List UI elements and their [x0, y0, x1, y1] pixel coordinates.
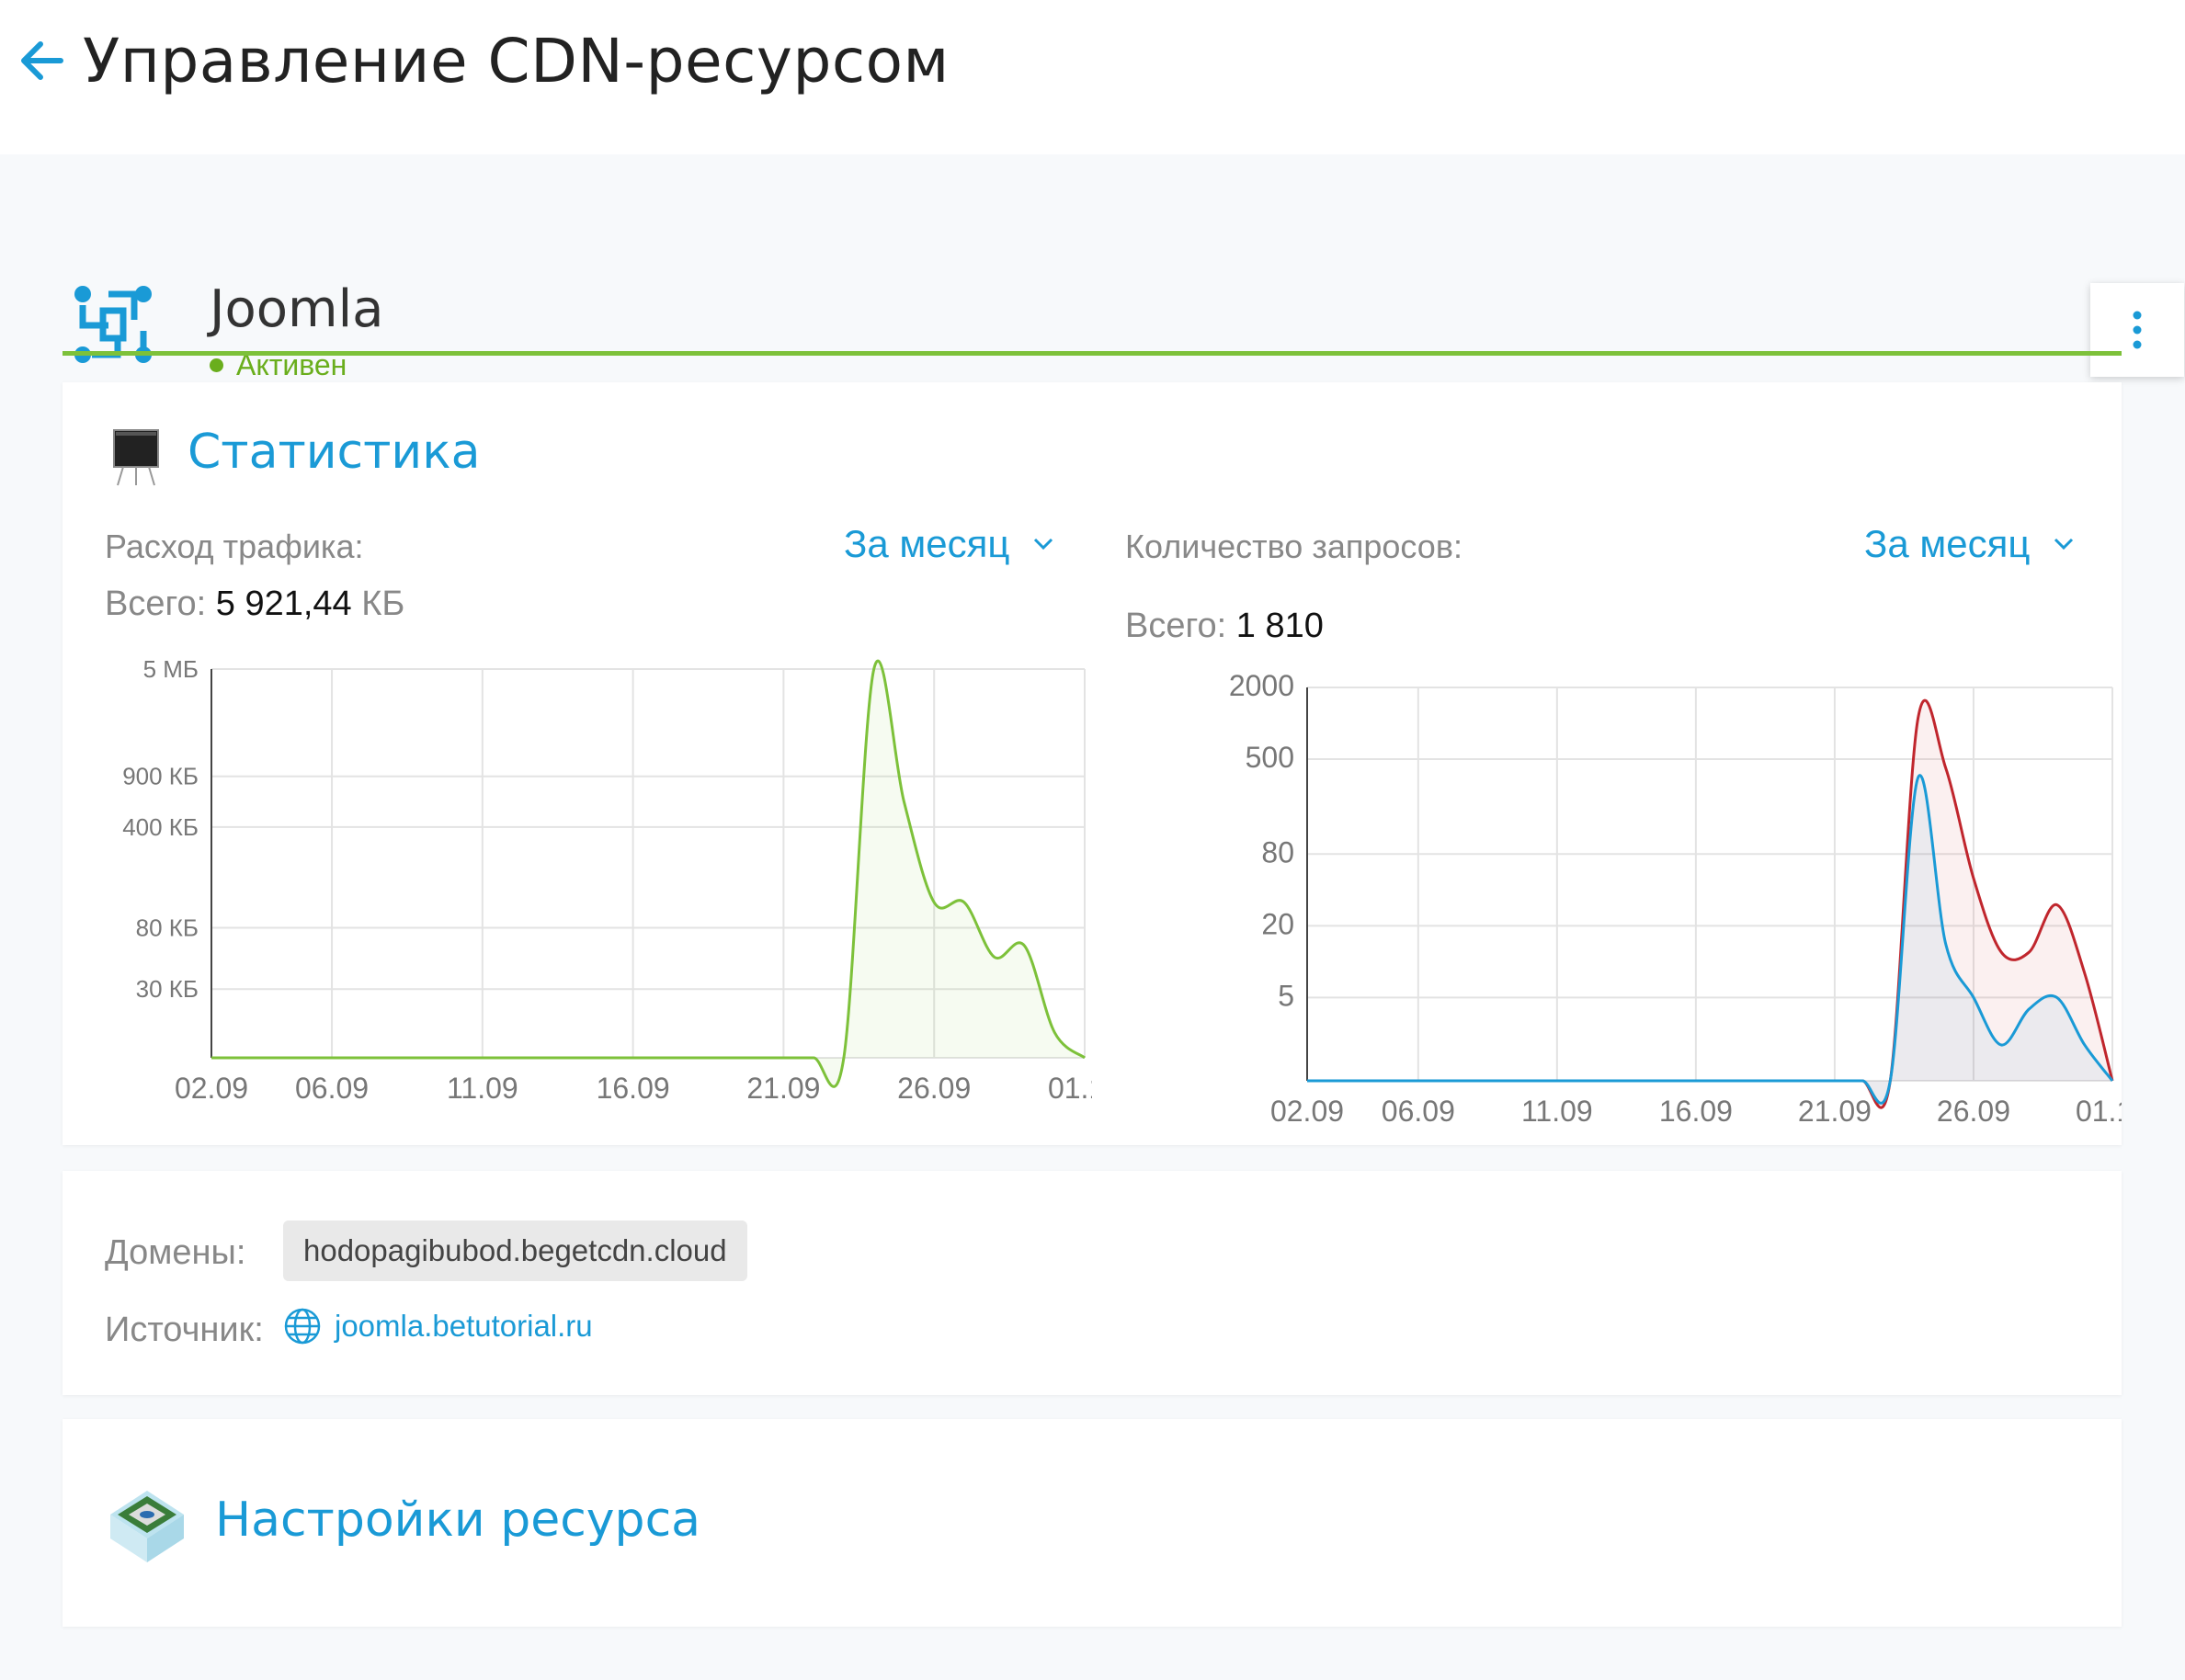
requests-chart-x-tick-label: 11.09 — [1521, 1095, 1593, 1127]
statistics-card: Статистика Расход трафика: За месяц Всег… — [63, 382, 2122, 1145]
requests-period-select[interactable]: За месяц — [1864, 522, 2074, 566]
resource-header: Joomla Активен — [63, 217, 2184, 381]
top-bar: Управление CDN-ресурсом — [0, 0, 2185, 154]
requests-chart-x-tick-label: 26.09 — [1937, 1095, 2010, 1127]
requests-chart-x-tick-label: 21.09 — [1798, 1095, 1872, 1127]
more-menu-button[interactable] — [2090, 283, 2184, 377]
chevron-down-icon — [1034, 538, 1053, 551]
traffic-label: Расход трафика: — [105, 528, 364, 565]
requests-chart-x-tick-label: 16.09 — [1659, 1095, 1733, 1127]
traffic-total-value: 5 921,44 — [215, 585, 352, 623]
requests-chart-y-tick-label: 500 — [1246, 741, 1294, 774]
domain-chip[interactable]: hodopagibubod.begetcdn.cloud — [283, 1220, 747, 1281]
resource-settings-card[interactable]: Настройки ресурса — [63, 1419, 2122, 1627]
requests-label: Количество запросов: — [1125, 528, 1462, 565]
page-title: Управление CDN-ресурсом — [83, 26, 950, 96]
traffic-chart-series-area — [211, 661, 1085, 1087]
statistics-title: Статистика — [188, 425, 481, 480]
chevron-down-icon — [2054, 538, 2074, 551]
traffic-total: Всего: 5 921,44 КБ — [105, 585, 404, 624]
traffic-chart-y-tick-label: 400 КБ — [122, 813, 199, 841]
requests-total-value: 1 810 — [1235, 607, 1324, 645]
requests-chart-y-tick-label: 2000 — [1229, 669, 1294, 702]
requests-total-prefix: Всего: — [1125, 607, 1227, 645]
traffic-chart: 02.0906.0911.0916.0921.0926.0901.105 МБ9… — [122, 655, 1092, 1099]
more-vertical-icon — [2133, 311, 2142, 349]
traffic-chart-y-tick-label: 5 МБ — [143, 655, 199, 683]
traffic-chart-x-tick-label: 06.09 — [295, 1072, 369, 1099]
resource-name: Joomla — [210, 279, 384, 339]
traffic-period-select[interactable]: За месяц — [844, 522, 1053, 566]
traffic-chart-x-tick-label: 26.09 — [897, 1072, 971, 1099]
traffic-chart-x-tick-label: 16.09 — [597, 1072, 670, 1099]
traffic-chart-x-tick-label: 02.09 — [175, 1072, 248, 1099]
traffic-chart-y-tick-label: 900 КБ — [122, 763, 199, 790]
processor-chip-icon — [110, 1491, 184, 1562]
globe-icon — [284, 1308, 321, 1345]
domains-label: Домены: — [105, 1233, 246, 1272]
requests-chart-y-tick-label: 5 — [1278, 979, 1294, 1012]
traffic-total-unit: КБ — [361, 585, 405, 623]
status-divider — [63, 351, 2122, 356]
content-area: Joomla Активен Статистика Расход трафика… — [0, 154, 2185, 1680]
requests-chart-y-tick-label: 20 — [1261, 907, 1294, 940]
requests-total: Всего: 1 810 — [1125, 607, 1324, 646]
requests-chart-x-tick-label: 01.10 — [2076, 1095, 2122, 1127]
traffic-chart-x-tick-label: 11.09 — [447, 1072, 518, 1099]
settings-title: Настройки ресурса — [215, 1493, 701, 1548]
traffic-period-value: За месяц — [844, 522, 1010, 565]
requests-period-value: За месяц — [1864, 522, 2031, 565]
status-dot — [210, 358, 223, 372]
traffic-total-prefix: Всего: — [105, 585, 207, 623]
source-link[interactable]: joomla.betutorial.ru — [283, 1307, 593, 1345]
source-url: joomla.betutorial.ru — [335, 1309, 593, 1343]
resource-info-card: Домены: hodopagibubod.begetcdn.cloud Ист… — [63, 1171, 2122, 1395]
requests-chart-x-tick-label: 02.09 — [1270, 1095, 1344, 1127]
presentation-board-icon — [113, 429, 159, 486]
source-label: Источник: — [105, 1311, 264, 1349]
back-arrow-icon[interactable] — [17, 37, 64, 85]
requests-chart-y-tick-label: 80 — [1261, 835, 1294, 868]
requests-chart-x-tick-label: 06.09 — [1382, 1095, 1455, 1127]
requests-chart: 02.09 06.09 11.09 16.09 21.09 26.09 01.10 2000 5… — [1229, 669, 2122, 1127]
traffic-chart-y-tick-label: 80 КБ — [136, 914, 199, 941]
traffic-chart-y-tick-label: 30 КБ — [136, 975, 199, 1003]
traffic-chart-x-tick-label: 21.09 — [746, 1072, 820, 1099]
